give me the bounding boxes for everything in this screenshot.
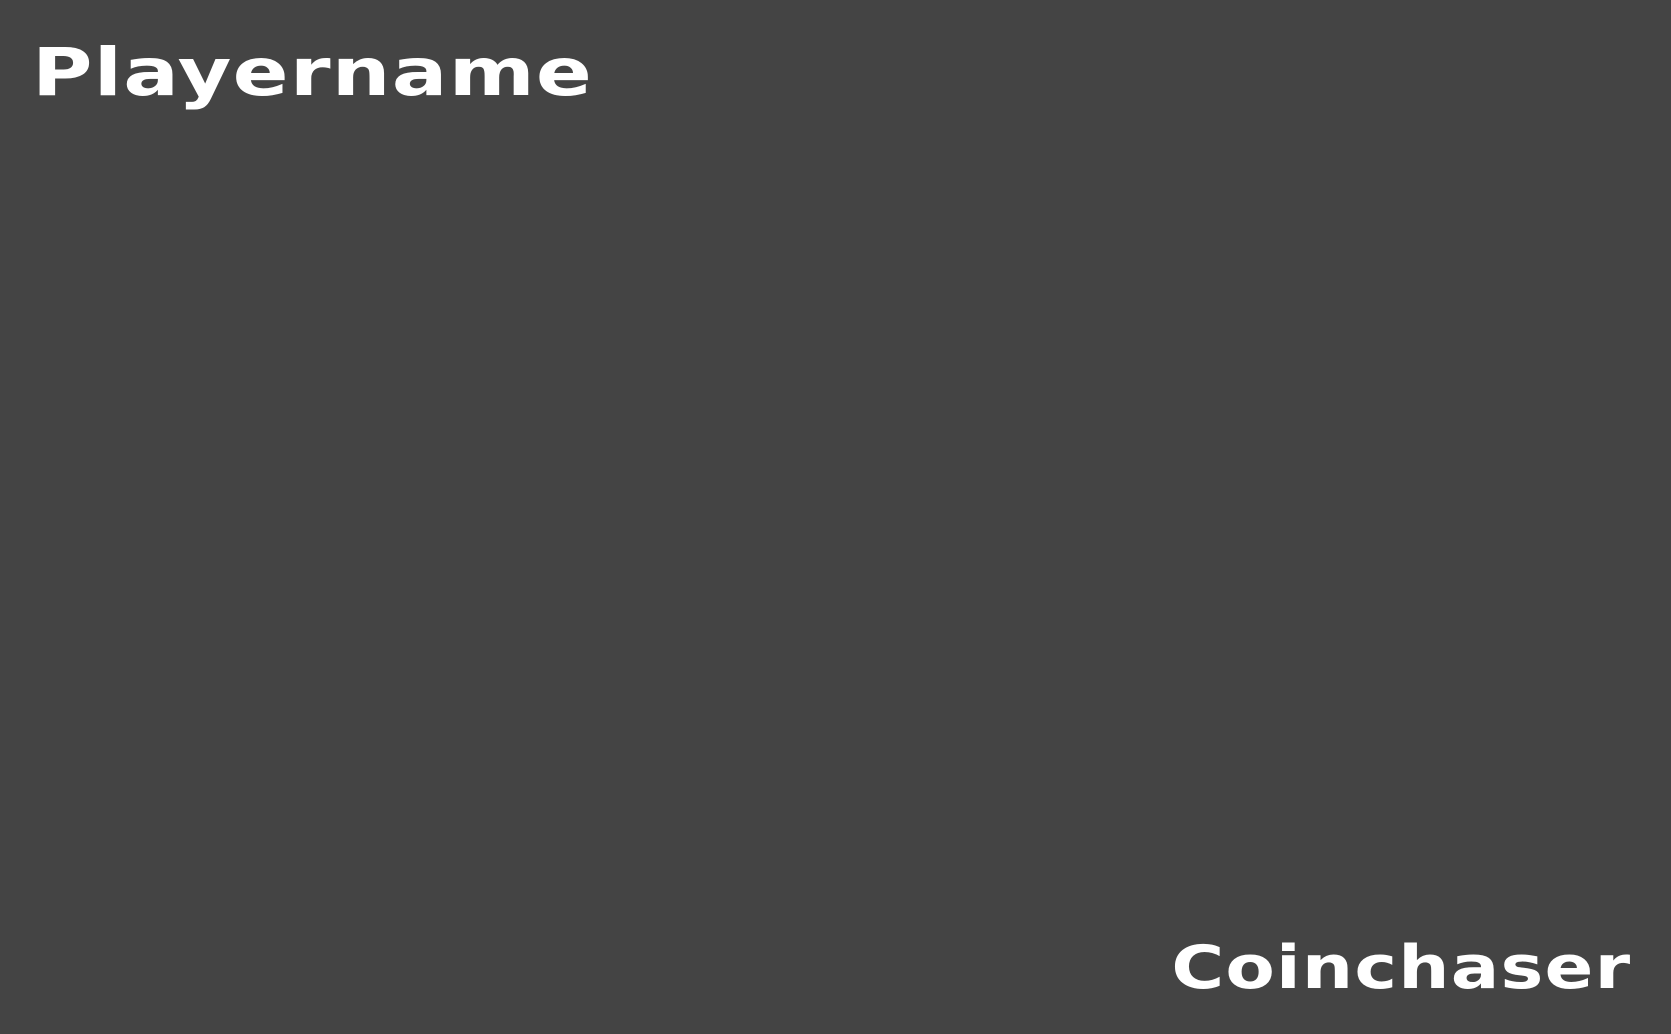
game-title: Coinchaser [1171,933,1631,1003]
game-screen: Playername Coinchaser [0,0,1671,1034]
player-name-label: Playername [32,34,594,111]
